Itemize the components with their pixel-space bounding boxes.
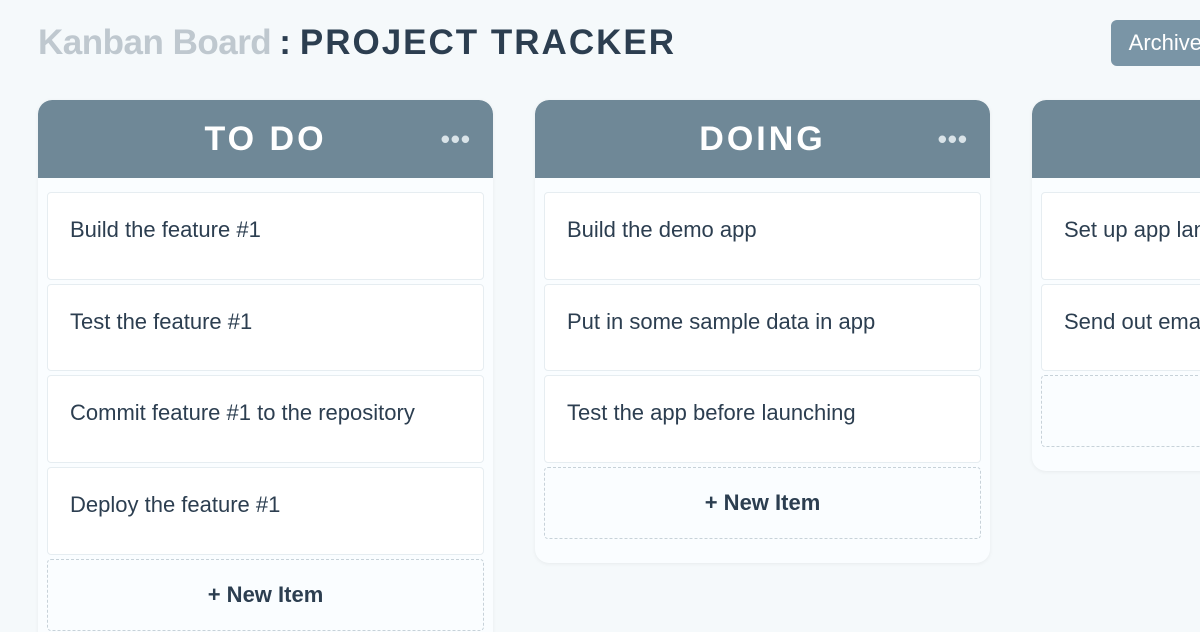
archive-button[interactable]: Archive [1111,20,1200,66]
column-header-done: DONE ••• [1032,100,1200,178]
column-body: Build the demo app Put in some sample da… [535,178,990,563]
card[interactable]: Commit feature #1 to the repository [47,375,484,463]
card[interactable]: Build the demo app [544,192,981,280]
column-title: TO DO [204,120,326,159]
column-done: DONE ••• Set up app landing page Send ou… [1032,100,1200,471]
header-row: Kanban Board : PROJECT TRACKER Archive [38,20,1200,66]
column-todo: TO DO ••• Build the feature #1 Test the … [38,100,493,632]
ellipsis-icon[interactable]: ••• [441,126,471,152]
card[interactable]: Test the app before launching [544,375,981,463]
title-separator: : [279,23,292,63]
title-prefix: Kanban Board [38,23,271,63]
column-body: Build the feature #1 Test the feature #1… [38,178,493,632]
board-columns: TO DO ••• Build the feature #1 Test the … [38,100,1200,632]
column-body: Set up app landing page Send out email i… [1032,178,1200,471]
project-name: PROJECT TRACKER [300,23,676,63]
new-item-button[interactable]: + New Item [544,467,981,539]
card[interactable]: Deploy the feature #1 [47,467,484,555]
kanban-page: Kanban Board : PROJECT TRACKER Archive T… [0,0,1200,632]
new-item-button[interactable]: + New Item [1041,375,1200,447]
card[interactable]: Test the feature #1 [47,284,484,372]
ellipsis-icon[interactable]: ••• [938,126,968,152]
column-header-todo: TO DO ••• [38,100,493,178]
card[interactable]: Set up app landing page [1041,192,1200,280]
card[interactable]: Put in some sample data in app [544,284,981,372]
board-title: Kanban Board : PROJECT TRACKER [38,23,676,63]
card[interactable]: Build the feature #1 [47,192,484,280]
column-title: DOING [699,120,825,159]
column-header-doing: DOING ••• [535,100,990,178]
card[interactable]: Send out email invites to subscribers [1041,284,1200,372]
column-doing: DOING ••• Build the demo app Put in some… [535,100,990,563]
new-item-button[interactable]: + New Item [47,559,484,631]
